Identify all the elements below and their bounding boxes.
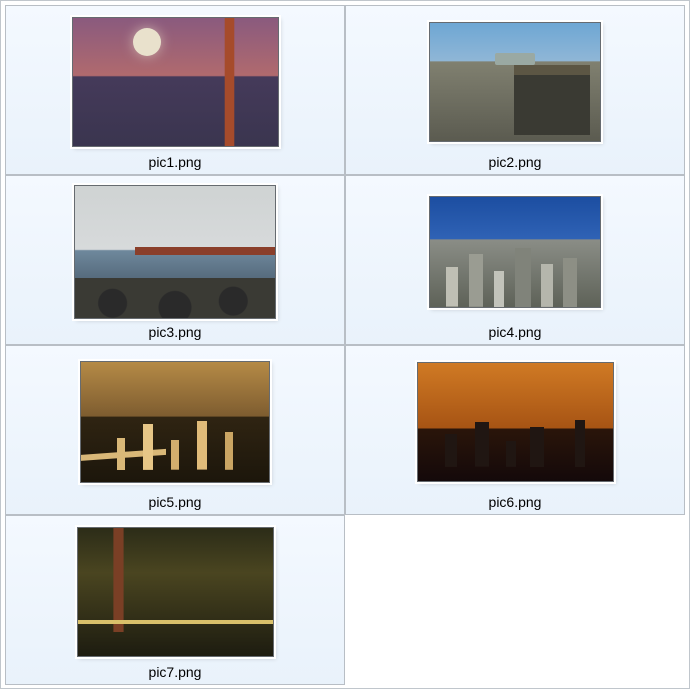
file-name-label: pic1.png (149, 154, 202, 170)
file-name-label: pic3.png (149, 324, 202, 340)
file-name-label: pic6.png (489, 494, 542, 510)
thumbnail-wrapper (14, 524, 336, 660)
file-item[interactable]: pic7.png (5, 515, 345, 685)
thumbnail-wrapper (14, 14, 336, 150)
thumbnail-image (429, 22, 601, 142)
thumbnail-wrapper (14, 354, 336, 490)
thumbnail-wrapper (354, 354, 676, 490)
thumbnail-image (429, 196, 601, 308)
thumbnail-wrapper (14, 184, 336, 320)
file-item[interactable]: pic6.png (345, 345, 685, 515)
thumbnail-wrapper (354, 14, 676, 150)
thumbnail-image (77, 527, 274, 657)
file-item[interactable]: pic4.png (345, 175, 685, 345)
thumbnail-grid: pic1.png pic2.png pic3.png pic4.png pic5… (0, 0, 690, 689)
file-name-label: pic4.png (489, 324, 542, 340)
thumbnail-image (417, 362, 614, 482)
thumbnail-wrapper (354, 184, 676, 320)
file-name-label: pic2.png (489, 154, 542, 170)
thumbnail-image (72, 17, 279, 147)
file-item[interactable]: pic3.png (5, 175, 345, 345)
file-name-label: pic5.png (149, 494, 202, 510)
file-item[interactable]: pic2.png (345, 5, 685, 175)
thumbnail-image (80, 361, 270, 483)
file-item[interactable]: pic5.png (5, 345, 345, 515)
thumbnail-image (74, 185, 276, 319)
file-item[interactable]: pic1.png (5, 5, 345, 175)
file-name-label: pic7.png (149, 664, 202, 680)
